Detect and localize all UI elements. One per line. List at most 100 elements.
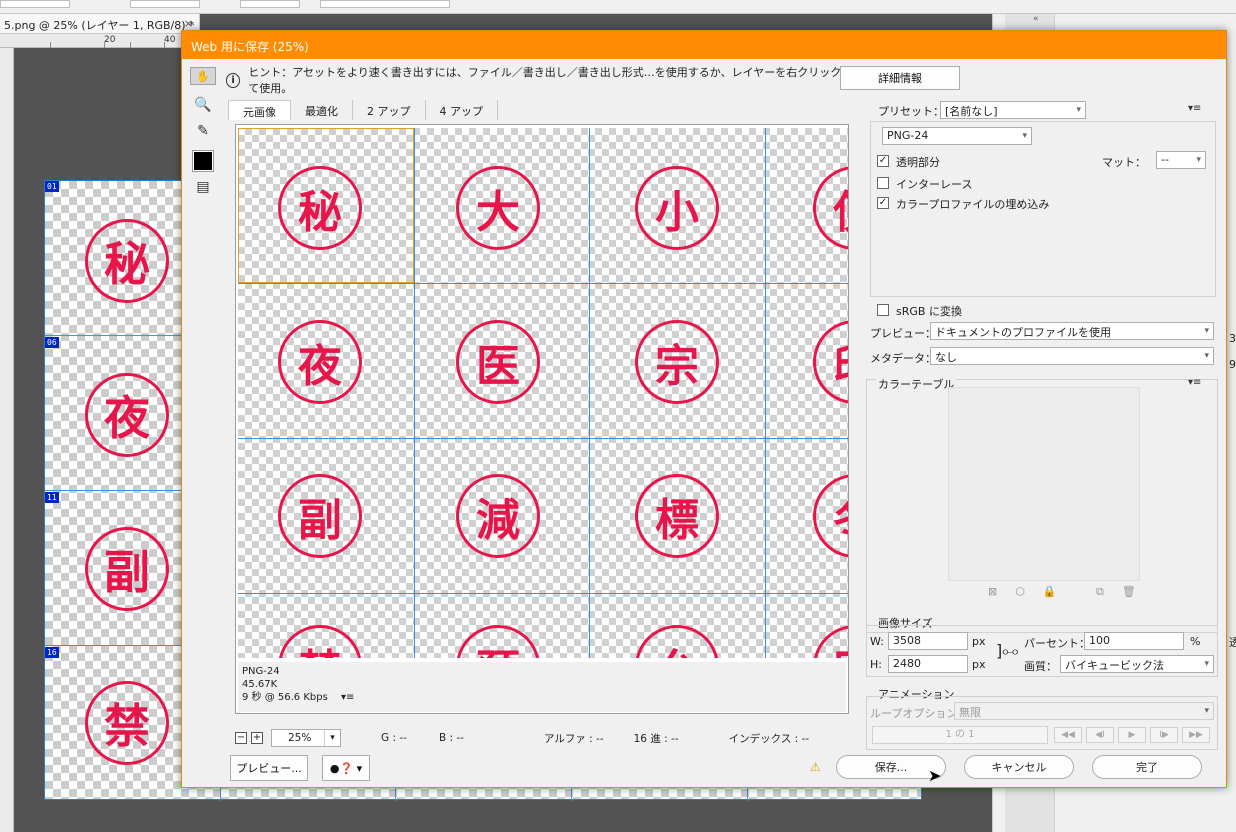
width-input[interactable]: 3508 [888,632,968,650]
embed-profile-checkbox[interactable]: ✓ [877,197,889,209]
zoom-icon[interactable]: 🔍 [190,93,216,117]
close-icon[interactable]: × [184,17,193,30]
srgb-checkbox[interactable] [877,304,889,316]
hand-icon[interactable]: ✋ [190,67,216,85]
preview-profile-label: プレビュー： [870,327,936,340]
document-tab-title: 5.png @ 25% (レイヤー 1, RGB/8) * [4,19,195,32]
play-button[interactable]: ▶ [1118,727,1146,743]
width-label: W: [870,635,884,648]
vertical-ruler [0,48,14,832]
percent-input[interactable]: 100 [1084,632,1184,650]
zoom-out-button[interactable]: − [235,732,247,744]
color-table-menu-icon[interactable]: ▾≡ [1188,377,1201,388]
details-button[interactable]: 詳細情報 [840,66,960,90]
transparency-checkbox[interactable]: ✓ [877,155,889,167]
color-table-label: カラーテーブル [876,376,957,392]
preview-format: PNG-24 [242,666,280,677]
metadata-label: メタデータ： [870,352,936,365]
panel-value: 透 [1229,636,1236,649]
height-input[interactable]: 2480 [888,655,968,673]
preset-select[interactable]: [名前なし] ▾ [940,101,1086,119]
document-tab[interactable]: 5.png @ 25% (レイヤー 1, RGB/8) * × [0,14,200,34]
height-unit: px [972,658,986,671]
tab-4up[interactable]: 4 アップ [426,100,498,120]
slice-line [238,593,848,594]
options-field[interactable] [240,0,300,8]
status-index: インデックス : -- [728,732,810,745]
status-bar: − + 25% ▾ G : -- B : -- アルファ : -- 16 進 : … [235,728,849,748]
mouse-cursor-icon: ➤ [928,766,942,785]
tab-2up[interactable]: 2 アップ [353,100,426,120]
transparency-label: 透明部分 [896,156,940,169]
loop-select[interactable]: 無限 ▾ [954,702,1214,720]
prev-frame-button[interactable]: ◀I [1086,727,1114,743]
next-frame-button[interactable]: I▶ [1150,727,1178,743]
status-g: G : -- [381,732,407,744]
color-swatch[interactable] [190,149,216,173]
preview-profile-select[interactable]: ドキュメントのプロファイルを使用 ▾ [930,322,1214,340]
stamp-graphic: 禁 [85,681,169,765]
stamp-graphic: 使 [813,166,848,250]
height-label: H: [870,658,882,671]
percent-label: パーセント： [1024,637,1090,650]
preview-download-time: 9 秒 @ 56.6 Kbps ▾≡ [242,692,355,703]
stamp-graphic: 医 [456,320,540,404]
preview-menu-icon[interactable]: ▾≡ [341,692,354,703]
warning-icon: ⚠ [810,760,821,774]
options-field[interactable] [320,0,450,8]
color-table-actions: ⊠⬡🔒 ⧉🗑 [988,585,1154,598]
slice-badge: 06 [45,337,59,348]
options-field[interactable] [0,0,70,8]
done-button[interactable]: 完了 [1092,755,1202,779]
stamp-graphic: 禁 [278,625,362,658]
slice-line [765,128,766,658]
stamp-graphic: 印 [813,320,848,404]
slice-line [238,438,848,439]
slice-line [238,283,848,284]
format-select[interactable]: PNG-24 ▾ [882,127,1032,145]
horizontal-ruler: 20 40 [0,34,200,48]
status-hex: 16 進 : -- [633,732,679,745]
slice-visibility-icon[interactable]: ▤ [190,175,216,199]
width-unit: px [972,635,986,648]
stamp-graphic: 宗 [635,320,719,404]
ruler-tick-label: 40 [164,35,176,45]
srgb-label: sRGB に変換 [896,305,962,318]
preview-button[interactable]: プレビュー... [230,755,308,781]
stamp-graphic: 標 [635,474,719,558]
browser-preview-button[interactable]: ●❓ ▾ [322,755,370,781]
slice-line [414,128,415,658]
tab-original[interactable]: 元画像 [228,100,291,120]
save-for-web-dialog: Web 用に保存 (25%) ✋ ⤴ 🔍 ✎ ▤ i ヒント：アセットをより速く… [181,30,1227,788]
first-frame-button[interactable]: ◀◀ [1054,727,1082,743]
options-field[interactable] [130,0,200,8]
matte-label: マット： [1102,156,1146,169]
view-tabs: 元画像 最適化 2 アップ 4 アップ [228,100,498,120]
preset-menu-icon[interactable]: ▾≡ [1188,103,1201,114]
slice-badge: 16 [45,647,59,658]
interlace-checkbox[interactable] [877,177,889,189]
slice-badge: 01 [45,181,59,192]
preview-image[interactable]: 秘 大 小 使 夜 医 宗 印 副 減 標 冬 禁 預 允 円 [238,128,848,658]
panel-value: 9 [1229,358,1236,371]
hint-text: ヒント：アセットをより速く書き出すには、ファイル／書き出し／書き出し形式…を使用… [248,66,853,95]
dialog-title: Web 用に保存 (25%) [182,31,1226,59]
collapse-panels-icon[interactable]: « [1033,14,1039,24]
zoom-select[interactable]: 25% ▾ [271,729,341,747]
link-dimensions-icon[interactable]: ]⧟ [996,641,1018,661]
color-table-swatches [948,387,1140,581]
tab-optimized[interactable]: 最適化 [291,100,353,120]
cancel-button[interactable]: キャンセル [964,755,1074,779]
last-frame-button[interactable]: ▶▶ [1182,727,1210,743]
preview-pane[interactable]: 秘 大 小 使 夜 医 宗 印 副 減 標 冬 禁 預 允 円 PNG-24 4… [235,124,849,714]
stamp-graphic: 預 [456,625,540,658]
frame-counter: 1 の 1 [872,726,1048,744]
quality-select[interactable]: バイキュービック法 ▾ [1060,655,1214,673]
interlace-label: インターレース [896,178,973,191]
metadata-select[interactable]: なし ▾ [930,347,1214,365]
stamp-graphic: 大 [456,166,540,250]
eyedropper-icon[interactable]: ✎ [190,119,216,143]
zoom-in-button[interactable]: + [251,732,263,744]
stamp-graphic: 秘 [85,219,169,303]
matte-select[interactable]: -- ▾ [1156,151,1206,169]
